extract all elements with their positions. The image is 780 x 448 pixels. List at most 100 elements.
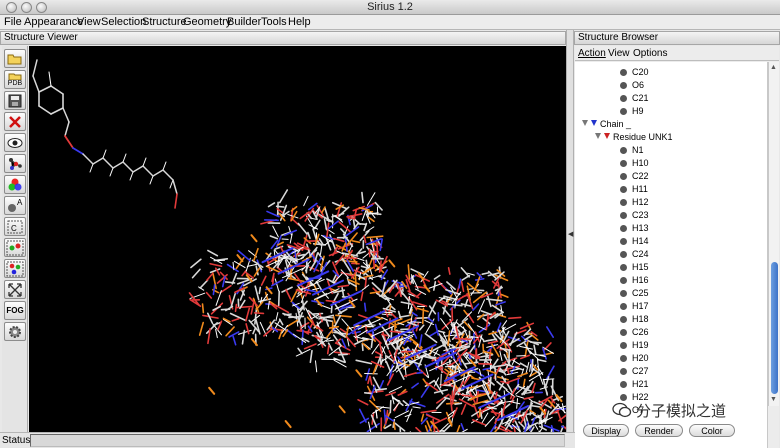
color-button[interactable]: Color bbox=[689, 424, 735, 437]
save-icon[interactable] bbox=[4, 91, 26, 110]
gear-icon[interactable] bbox=[4, 322, 26, 341]
fog-label: FOG bbox=[6, 306, 24, 315]
atom-label: C25 bbox=[632, 288, 649, 298]
app-window: Sirius 1.2 File Appearance View Selectio… bbox=[0, 0, 780, 448]
tree-atom-row[interactable]: H20 bbox=[620, 352, 649, 365]
atom-dot-icon bbox=[620, 329, 627, 336]
menu-view[interactable]: View bbox=[77, 16, 101, 28]
display-button[interactable]: Display bbox=[583, 424, 629, 437]
status-bar: Status: bbox=[0, 432, 575, 448]
chain-marker-icon bbox=[591, 120, 597, 126]
tree-atom-row[interactable]: H19 bbox=[620, 339, 649, 352]
browser-menu-view[interactable]: View bbox=[608, 48, 630, 59]
atom-label: H17 bbox=[632, 301, 649, 311]
tree-atom-row[interactable]: H10 bbox=[620, 157, 649, 170]
close-icon[interactable] bbox=[4, 112, 26, 131]
tree-atom-row[interactable]: H12 bbox=[620, 196, 649, 209]
atom-label: C27 bbox=[632, 366, 649, 376]
atom-dot-icon bbox=[620, 69, 627, 76]
pdb-icon[interactable]: PDB bbox=[4, 70, 26, 89]
fit-view-icon[interactable] bbox=[4, 280, 26, 299]
tree-chain-row[interactable]: Chain _ bbox=[582, 118, 631, 131]
menu-tools[interactable]: Tools bbox=[261, 16, 287, 28]
menu-help[interactable]: Help bbox=[288, 16, 311, 28]
open-folder-icon[interactable] bbox=[4, 49, 26, 68]
tree-atom-row[interactable]: C25 bbox=[620, 287, 649, 300]
color-wheel-icon[interactable] bbox=[4, 175, 26, 194]
tree-atom-row[interactable]: C20 bbox=[620, 66, 649, 79]
atom-dot-icon bbox=[620, 316, 627, 323]
atom-dot-icon bbox=[620, 238, 627, 245]
atom-label: H20 bbox=[632, 353, 649, 363]
atom-dot-icon bbox=[620, 95, 627, 102]
molecule-render[interactable] bbox=[29, 46, 566, 432]
atom-dot-icon bbox=[620, 342, 627, 349]
tree-atom-row[interactable]: H13 bbox=[620, 222, 649, 235]
tree-atom-row[interactable]: C26 bbox=[620, 326, 649, 339]
molecule-icon[interactable] bbox=[4, 154, 26, 173]
tree-atom-row[interactable]: H17 bbox=[620, 300, 649, 313]
atom-label: O6 bbox=[632, 80, 645, 90]
tree-atom-row[interactable]: H21 bbox=[620, 378, 649, 391]
status-label: Status: bbox=[2, 435, 34, 446]
scroll-thumb[interactable] bbox=[771, 262, 778, 394]
menu-geometry[interactable]: Geometry bbox=[183, 16, 231, 28]
atom-label: H11 bbox=[632, 184, 648, 194]
watermark: 分子模拟之道 bbox=[612, 400, 780, 422]
splitter-arrow-icon[interactable]: ◀ bbox=[568, 230, 573, 238]
tree-atom-row[interactable]: C27 bbox=[620, 365, 649, 378]
atom-label-icon[interactable]: A bbox=[4, 196, 26, 215]
tree-residue-row[interactable]: Residue UNK1 bbox=[595, 131, 673, 144]
tree-atom-row[interactable]: H9 bbox=[620, 105, 644, 118]
menu-appearance[interactable]: Appearance bbox=[24, 16, 83, 28]
atom-c-label-icon[interactable]: C bbox=[4, 217, 26, 236]
expand-triangle-icon[interactable] bbox=[582, 120, 588, 126]
browser-menu-options[interactable]: Options bbox=[633, 48, 667, 59]
atom-select-icon[interactable] bbox=[4, 238, 26, 257]
tree-atom-row[interactable]: C23 bbox=[620, 209, 649, 222]
scroll-up-arrow-icon[interactable]: ▲ bbox=[770, 64, 777, 71]
atom-dot-icon bbox=[620, 355, 627, 362]
tree-atom-row[interactable]: H14 bbox=[620, 235, 649, 248]
structure-viewer-canvas[interactable] bbox=[29, 46, 566, 432]
atom-dot-icon bbox=[620, 264, 627, 271]
atom-label: H16 bbox=[632, 275, 649, 285]
atom-dot-icon bbox=[620, 199, 627, 206]
atom-label: C20 bbox=[632, 67, 649, 77]
menu-selection[interactable]: Selection bbox=[101, 16, 146, 28]
browser-menu-action[interactable]: Action bbox=[578, 48, 606, 59]
tree-atom-row[interactable]: H11 bbox=[620, 183, 648, 196]
menu-structure[interactable]: Structure bbox=[142, 16, 187, 28]
tree-scrollbar[interactable]: ▲ ▼ bbox=[768, 62, 779, 406]
render-button[interactable]: Render bbox=[635, 424, 683, 437]
residue-marker-icon bbox=[604, 133, 610, 139]
structure-tree[interactable]: C20 O6 C21 H9 Chain _ Residue UNK1 N1 H10… bbox=[575, 62, 768, 448]
atom-label: H21 bbox=[632, 379, 649, 389]
fog-icon[interactable]: FOG bbox=[4, 301, 26, 320]
menu-file[interactable]: File bbox=[4, 16, 22, 28]
menu-builder[interactable]: Builder bbox=[227, 16, 261, 28]
panel-splitter[interactable]: ◀ bbox=[566, 30, 574, 432]
atom-dot-icon bbox=[620, 212, 627, 219]
tree-atom-row[interactable]: H18 bbox=[620, 313, 649, 326]
atom-dot-icon bbox=[620, 277, 627, 284]
atom-label: C26 bbox=[632, 327, 649, 337]
status-field bbox=[30, 434, 565, 447]
structure-browser-header: Structure Browser bbox=[574, 31, 780, 45]
tree-atom-row[interactable]: H16 bbox=[620, 274, 649, 287]
atom-dot-icon bbox=[620, 251, 627, 258]
tree-atom-row[interactable]: H15 bbox=[620, 261, 649, 274]
atom-group-icon[interactable] bbox=[4, 259, 26, 278]
tree-atom-row[interactable]: C22 bbox=[620, 170, 649, 183]
expand-triangle-icon[interactable] bbox=[595, 133, 601, 139]
tree-atom-row[interactable]: O6 bbox=[620, 79, 644, 92]
atom-dot-icon bbox=[620, 108, 627, 115]
browser-button-bar: Display Render Color bbox=[575, 424, 779, 438]
atom-label: C21 bbox=[632, 93, 649, 103]
title-bar: Sirius 1.2 bbox=[0, 0, 780, 15]
tree-atom-row[interactable]: N1 bbox=[620, 144, 644, 157]
tree-atom-row[interactable]: C21 bbox=[620, 92, 649, 105]
eye-icon[interactable] bbox=[4, 133, 26, 152]
atom-label: H9 bbox=[632, 106, 644, 116]
tree-atom-row[interactable]: C24 bbox=[620, 248, 649, 261]
